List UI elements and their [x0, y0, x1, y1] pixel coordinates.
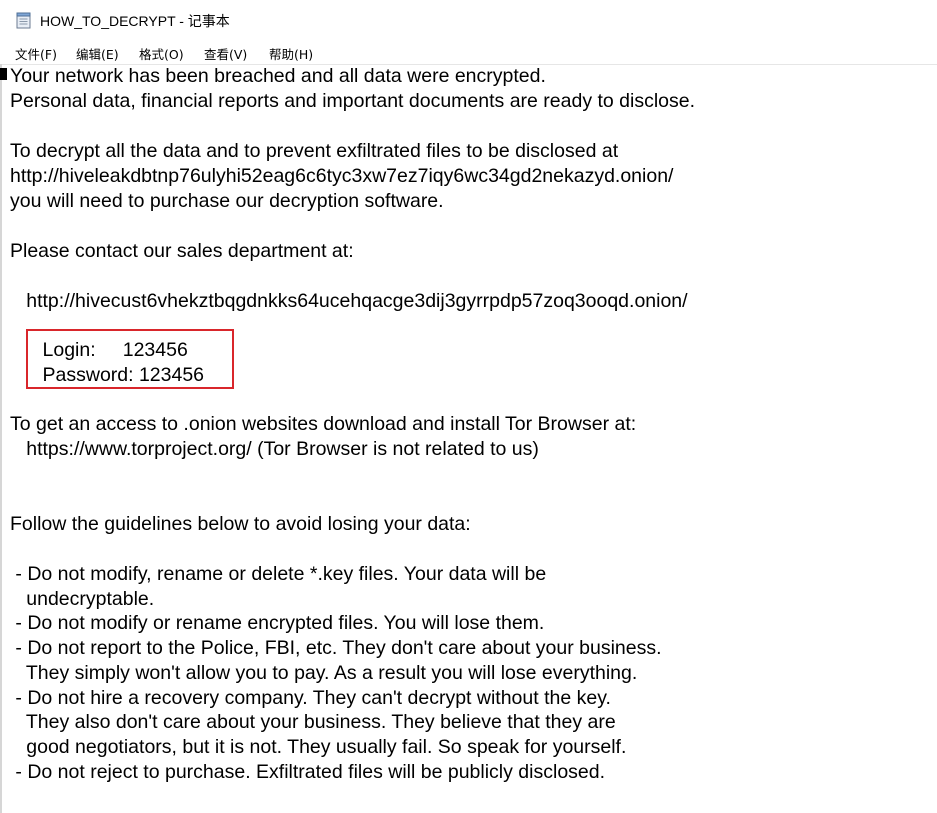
text-line: Your network has been breached and all d… — [10, 65, 546, 87]
text-editor[interactable]: Your network has been breached and all d… — [10, 64, 930, 813]
text-line: - Do not reject to purchase. Exfiltrated… — [10, 761, 606, 783]
text-line: They simply won't allow you to pay. As a… — [10, 662, 638, 684]
text-line: - Do not modify, rename or delete *.key … — [10, 563, 547, 585]
text-line: Personal data, financial reports and imp… — [10, 90, 696, 112]
window-title: HOW_TO_DECRYPT - 记事本 — [40, 13, 230, 29]
menu-bar: 文件(F) 编辑(E) 格式(O) 查看(V) 帮助(H) — [0, 40, 937, 64]
notepad-icon — [16, 12, 31, 29]
window-left-edge — [0, 64, 2, 813]
menu-file[interactable]: 文件(F) — [15, 44, 57, 63]
text-line: http://hiveleakdbtnp76ulyhi52eag6c6tyc3x… — [10, 165, 674, 187]
text-line: To get an access to .onion websites down… — [10, 413, 637, 435]
text-line: - Do not report to the Police, FBI, etc.… — [10, 637, 662, 659]
edge-marker — [0, 68, 7, 80]
menu-edit[interactable]: 编辑(E) — [76, 44, 119, 63]
text-line: - Do not modify or rename encrypted file… — [10, 612, 545, 634]
menu-format[interactable]: 格式(O) — [139, 44, 184, 63]
text-line: Follow the guidelines below to avoid los… — [10, 513, 471, 535]
text-line: Please contact our sales department at: — [10, 240, 354, 262]
credentials-highlight-box — [26, 329, 234, 389]
text-line: To decrypt all the data and to prevent e… — [10, 140, 619, 162]
menu-help[interactable]: 帮助(H) — [269, 44, 313, 63]
text-line: good negotiators, but it is not. They us… — [10, 736, 627, 758]
text-line: - Do not hire a recovery company. They c… — [10, 687, 611, 709]
menu-view[interactable]: 查看(V) — [204, 44, 247, 63]
text-line: http://hivecust6vhekztbqgdnkks64ucehqacg… — [10, 290, 688, 312]
text-line: you will need to purchase our decryption… — [10, 190, 444, 212]
title-bar[interactable]: HOW_TO_DECRYPT - 记事本 — [0, 0, 937, 41]
text-line: https://www.torproject.org/ (Tor Browser… — [10, 438, 539, 460]
text-line: They also don't care about your business… — [10, 711, 616, 733]
text-line: undecryptable. — [10, 588, 155, 610]
notepad-window: HOW_TO_DECRYPT - 记事本 文件(F) 编辑(E) 格式(O) 查… — [0, 0, 937, 813]
